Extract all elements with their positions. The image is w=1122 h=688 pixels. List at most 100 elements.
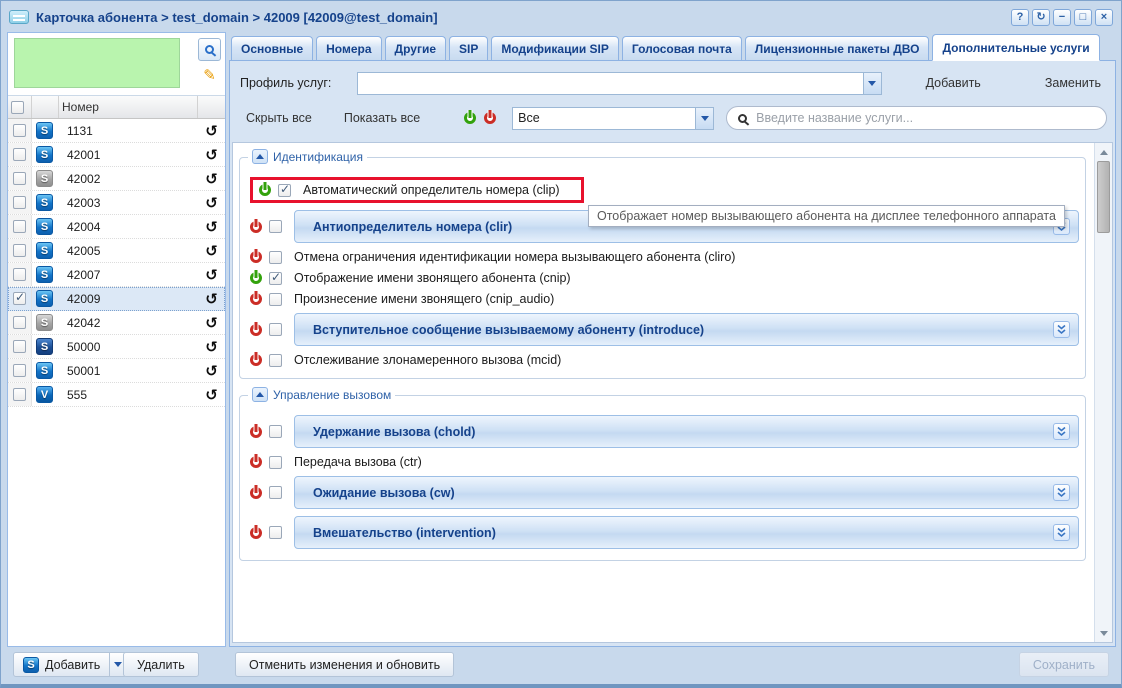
close-button[interactable]: ×: [1095, 9, 1113, 26]
expand-chevron-button[interactable]: [1053, 423, 1070, 440]
select-all-checkbox[interactable]: [11, 101, 24, 114]
subscriber-row[interactable]: S 42002 ↺: [8, 167, 225, 191]
number-column-header[interactable]: Номер: [62, 100, 99, 114]
history-icon[interactable]: ↺: [198, 386, 225, 404]
history-icon[interactable]: ↺: [198, 194, 225, 212]
enable-all-icon[interactable]: [464, 112, 476, 124]
row-checkbox[interactable]: [13, 244, 26, 257]
row-checkbox[interactable]: [13, 196, 26, 209]
power-toggle-icon[interactable]: [250, 487, 262, 499]
history-icon[interactable]: ↺: [198, 146, 225, 164]
service-search-input[interactable]: [754, 110, 1095, 126]
power-toggle-icon[interactable]: [250, 221, 262, 233]
service-checkbox[interactable]: [269, 354, 282, 367]
service-label[interactable]: Вступительное сообщение вызываемому абон…: [313, 323, 1053, 337]
collapse-section-button[interactable]: [252, 149, 268, 164]
help-button[interactable]: ?: [1011, 9, 1029, 26]
row-checkbox[interactable]: [13, 340, 26, 353]
history-icon[interactable]: ↺: [198, 218, 225, 236]
service-checkbox[interactable]: [269, 425, 282, 438]
service-label[interactable]: Автоматический определитель номера (clip…: [303, 183, 560, 197]
service-checkbox[interactable]: [269, 220, 282, 233]
row-checkbox[interactable]: [13, 388, 26, 401]
service-checkbox[interactable]: [269, 293, 282, 306]
subscriber-row[interactable]: V 555 ↺: [8, 383, 225, 407]
add-subscriber-split-button[interactable]: S Добавить: [13, 652, 127, 677]
profile-replace-button[interactable]: Заменить: [1039, 72, 1107, 94]
history-icon[interactable]: ↺: [198, 362, 225, 380]
subscriber-row[interactable]: S 50001 ↺: [8, 359, 225, 383]
history-icon[interactable]: ↺: [198, 122, 225, 140]
delete-subscriber-button[interactable]: Удалить: [123, 652, 199, 677]
tab[interactable]: Голосовая почта: [622, 36, 742, 60]
subscriber-row[interactable]: S 42005 ↺: [8, 239, 225, 263]
service-label[interactable]: Отмена ограничения идентификации номера …: [294, 250, 735, 264]
service-search-box[interactable]: [726, 106, 1107, 130]
power-toggle-icon[interactable]: [250, 354, 262, 366]
tab[interactable]: Номера: [316, 36, 381, 60]
row-checkbox[interactable]: [13, 268, 26, 281]
filter-combo-input[interactable]: [513, 108, 695, 129]
subscriber-row[interactable]: S 42003 ↺: [8, 191, 225, 215]
filter-combobox[interactable]: [512, 107, 714, 130]
scrollbar-thumb[interactable]: [1097, 161, 1110, 233]
power-toggle-icon[interactable]: [250, 324, 262, 336]
row-checkbox[interactable]: [13, 148, 26, 161]
tab[interactable]: Другие: [385, 36, 446, 60]
service-checkbox[interactable]: [269, 272, 282, 285]
edit-button[interactable]: ✎: [198, 64, 221, 87]
power-toggle-icon[interactable]: [250, 527, 262, 539]
service-checkbox[interactable]: [269, 251, 282, 264]
history-icon[interactable]: ↺: [198, 338, 225, 356]
search-button[interactable]: [198, 38, 221, 61]
scroll-up-arrow[interactable]: [1096, 144, 1111, 160]
minimize-button[interactable]: −: [1053, 9, 1071, 26]
power-toggle-icon[interactable]: [259, 184, 271, 196]
power-toggle-icon[interactable]: [250, 251, 262, 263]
service-label[interactable]: Передача вызова (ctr): [294, 455, 422, 469]
save-button[interactable]: Сохранить: [1019, 652, 1109, 677]
subscriber-row[interactable]: S 1131 ↺: [8, 119, 225, 143]
expand-chevron-button[interactable]: [1053, 484, 1070, 501]
subscriber-row[interactable]: S 42004 ↺: [8, 215, 225, 239]
hide-all-button[interactable]: Скрыть все: [240, 107, 318, 129]
power-toggle-icon[interactable]: [250, 456, 262, 468]
subscriber-search-input[interactable]: [14, 38, 180, 88]
service-checkbox[interactable]: [278, 184, 291, 197]
refresh-button[interactable]: ↻: [1032, 9, 1050, 26]
power-toggle-icon[interactable]: [250, 293, 262, 305]
history-icon[interactable]: ↺: [198, 290, 225, 308]
service-label[interactable]: Ожидание вызова (cw): [313, 486, 1053, 500]
row-checkbox[interactable]: [13, 364, 26, 377]
service-label[interactable]: Отслеживание злонамеренного вызова (mcid…: [294, 353, 561, 367]
vertical-scrollbar[interactable]: [1094, 143, 1112, 642]
scroll-down-arrow[interactable]: [1096, 625, 1111, 641]
cancel-refresh-button[interactable]: Отменить изменения и обновить: [235, 652, 454, 677]
service-checkbox[interactable]: [269, 323, 282, 336]
tab[interactable]: SIP: [449, 36, 488, 60]
profile-combo-input[interactable]: [358, 73, 862, 94]
service-label[interactable]: Отображение имени звонящего абонента (cn…: [294, 271, 571, 285]
tab[interactable]: Лицензионные пакеты ДВО: [745, 36, 930, 60]
filter-combo-arrow[interactable]: [695, 108, 713, 129]
service-checkbox[interactable]: [269, 486, 282, 499]
disable-all-icon[interactable]: [484, 112, 496, 124]
service-label[interactable]: Вмешательство (intervention): [313, 526, 1053, 540]
profile-combobox[interactable]: [357, 72, 881, 95]
subscriber-row[interactable]: S 42001 ↺: [8, 143, 225, 167]
row-checkbox[interactable]: [13, 124, 26, 137]
history-icon[interactable]: ↺: [198, 314, 225, 332]
profile-combo-arrow[interactable]: [863, 73, 881, 94]
subscriber-row[interactable]: S 42009 ↺: [8, 287, 225, 311]
row-checkbox[interactable]: [13, 316, 26, 329]
service-checkbox[interactable]: [269, 456, 282, 469]
row-checkbox[interactable]: [13, 220, 26, 233]
show-all-button[interactable]: Показать все: [338, 107, 426, 129]
service-label[interactable]: Удержание вызова (chold): [313, 425, 1053, 439]
maximize-button[interactable]: □: [1074, 9, 1092, 26]
row-checkbox[interactable]: [13, 292, 26, 305]
subscriber-row[interactable]: S 50000 ↺: [8, 335, 225, 359]
collapse-section-button[interactable]: [252, 387, 268, 402]
expand-chevron-button[interactable]: [1053, 524, 1070, 541]
subscriber-row[interactable]: S 42042 ↺: [8, 311, 225, 335]
